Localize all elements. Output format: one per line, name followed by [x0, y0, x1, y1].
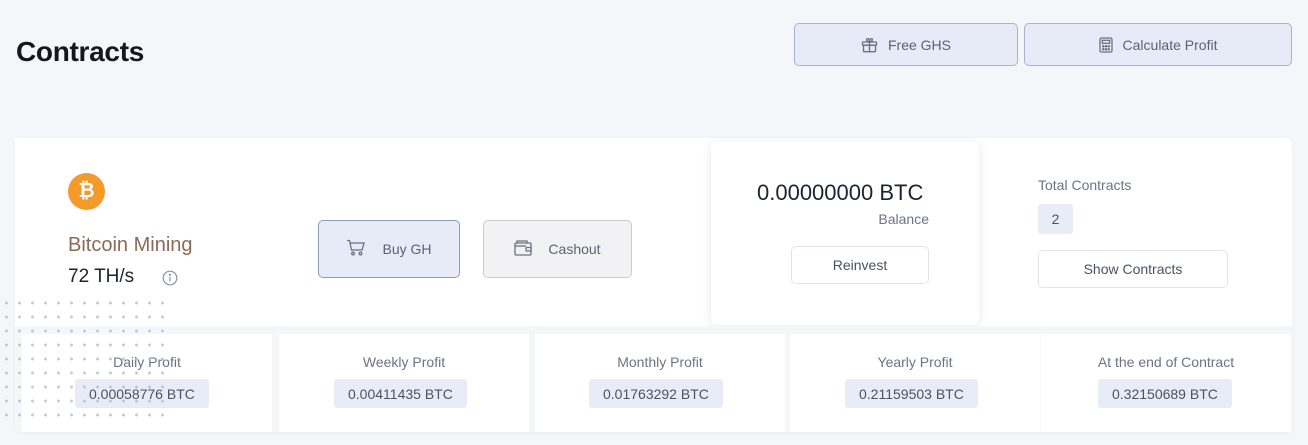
balance-panel	[711, 141, 979, 325]
reinvest-button[interactable]: Reinvest	[791, 246, 929, 284]
balance-value: 0.00000000 BTC	[757, 180, 924, 205]
buy-gh-label: Buy GH	[382, 241, 432, 257]
stat-value: 0.32150689 BTC	[1098, 379, 1232, 408]
stat-label: At the end of Contract	[1097, 354, 1235, 370]
show-contracts-button[interactable]: Show Contracts	[1038, 250, 1228, 288]
mining-name: Bitcoin Mining	[68, 234, 193, 256]
stat-card-end-of-contract: At the end of Contract 0.32150689 BTC	[1041, 334, 1291, 432]
cashout-button[interactable]: Cashout	[483, 220, 632, 278]
stat-value: 0.01763292 BTC	[589, 379, 723, 408]
stat-value: 0.21159503 BTC	[845, 379, 978, 408]
stat-label: Weekly Profit	[362, 354, 446, 370]
total-contracts-label: Total Contracts	[1038, 177, 1132, 193]
stat-card-yearly: Yearly Profit 0.21159503 BTC	[790, 334, 1040, 432]
hashrate-value: 72 TH/s	[68, 266, 135, 287]
stat-label: Monthly Profit	[617, 354, 703, 370]
cashout-label: Cashout	[548, 241, 601, 257]
decorative-dot-pattern	[0, 296, 172, 424]
stat-value: 0.00411435 BTC	[334, 379, 467, 408]
total-contracts-count: 2	[1038, 204, 1073, 234]
page-title: Contracts	[16, 36, 144, 67]
stat-card-weekly: Weekly Profit 0.00411435 BTC	[279, 334, 529, 432]
stat-label: Yearly Profit	[877, 354, 953, 370]
calculator-icon	[1098, 36, 1113, 53]
free-ghs-button[interactable]: Free GHS	[794, 23, 1018, 66]
buy-gh-button[interactable]: Buy GH	[318, 220, 460, 278]
calculate-profit-button[interactable]: Calculate Profit	[1024, 23, 1292, 66]
gift-icon	[861, 37, 878, 53]
stat-card-monthly: Monthly Profit 0.01763292 BTC	[535, 334, 785, 432]
info-icon[interactable]	[162, 270, 178, 291]
free-ghs-label: Free GHS	[887, 36, 951, 53]
wallet-icon	[514, 239, 533, 259]
cart-icon	[346, 239, 366, 259]
calculate-profit-label: Calculate Profit	[1122, 36, 1218, 53]
bitcoin-logo-icon: ₿	[68, 173, 105, 210]
balance-label: Balance	[878, 211, 929, 227]
